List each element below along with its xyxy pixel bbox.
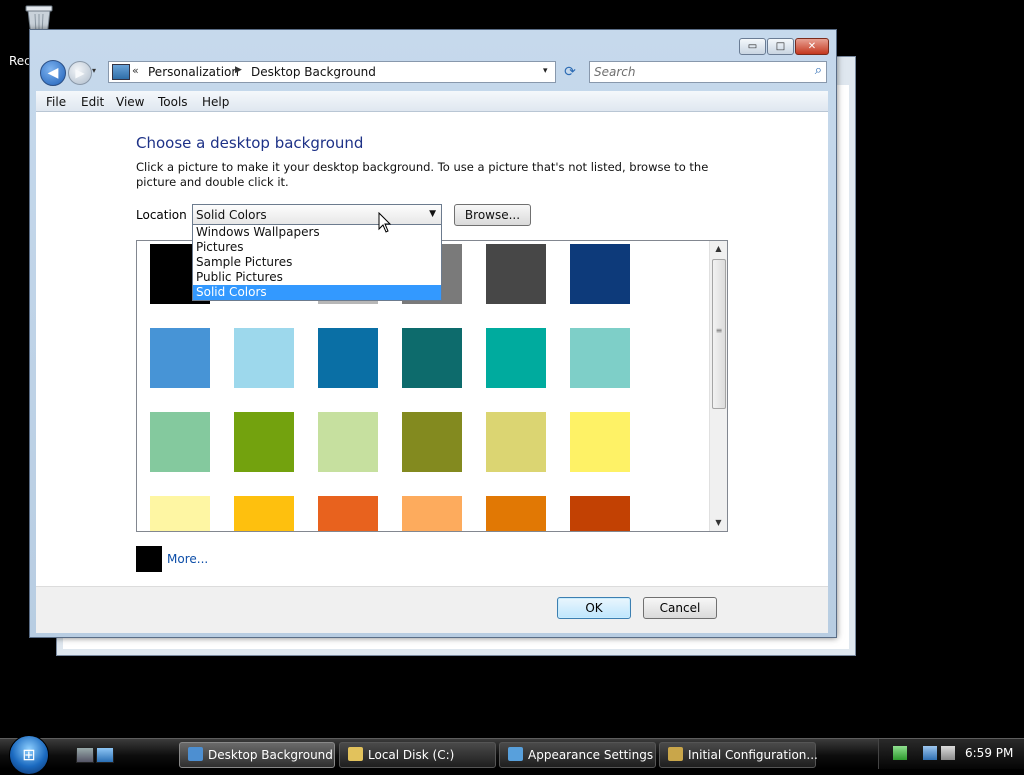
- vertical-scrollbar[interactable]: ▲ ≡ ▼: [709, 241, 727, 531]
- recent-pages-dropdown-icon[interactable]: ▾: [92, 66, 96, 75]
- ok-button[interactable]: OK: [557, 597, 631, 619]
- color-swatch[interactable]: [486, 496, 546, 531]
- security-tray-icon[interactable]: [893, 746, 907, 760]
- color-swatch[interactable]: [402, 496, 462, 531]
- color-swatch[interactable]: [402, 328, 462, 388]
- search-box[interactable]: ⌕: [589, 61, 827, 83]
- appearance-task-icon: [508, 747, 523, 761]
- recycle-bin-label: Rec: [9, 54, 31, 68]
- volume-muted-tray-icon[interactable]: [941, 746, 955, 760]
- location-label: Location: [136, 208, 187, 222]
- switch-windows-icon[interactable]: [76, 747, 94, 763]
- more-colors-link[interactable]: More...: [167, 552, 208, 566]
- menu-view[interactable]: View: [116, 95, 144, 109]
- address-dropdown-icon[interactable]: ▾: [543, 66, 548, 76]
- refresh-icon[interactable]: ⟳: [560, 62, 580, 82]
- dialog-footer: OK Cancel: [36, 586, 828, 633]
- minimize-icon: ▭: [747, 41, 758, 52]
- color-swatch[interactable]: [318, 412, 378, 472]
- search-input[interactable]: [594, 64, 799, 79]
- color-swatch[interactable]: [486, 244, 546, 304]
- task-label: Local Disk (C:): [368, 748, 455, 762]
- task-label: Desktop Background: [208, 748, 333, 762]
- location-options-list: Windows Wallpapers Pictures Sample Pictu…: [192, 224, 442, 301]
- configuration-task-icon: [668, 747, 683, 761]
- show-desktop-icon[interactable]: [96, 747, 114, 763]
- minimize-button[interactable]: ▭: [739, 38, 766, 55]
- color-swatch[interactable]: [570, 496, 630, 531]
- color-swatch[interactable]: [570, 412, 630, 472]
- color-swatch[interactable]: [570, 328, 630, 388]
- breadcrumb-desktop-background[interactable]: Desktop Background: [251, 65, 376, 79]
- clock[interactable]: 6:59 PM: [965, 746, 1013, 760]
- breadcrumb-overflow-icon[interactable]: «: [132, 64, 139, 77]
- menu-tools[interactable]: Tools: [158, 95, 188, 109]
- control-panel-icon: [112, 64, 130, 80]
- scroll-down-icon[interactable]: ▼: [710, 515, 727, 531]
- menu-help[interactable]: Help: [202, 95, 229, 109]
- color-swatch[interactable]: [150, 328, 210, 388]
- color-swatch[interactable]: [486, 412, 546, 472]
- task-initial-configuration[interactable]: Initial Configuration...: [659, 742, 818, 768]
- address-bar[interactable]: « Personalization ▶ Desktop Background ▾: [108, 61, 556, 83]
- back-arrow-icon: ◀: [47, 65, 59, 81]
- menu-file[interactable]: File: [46, 95, 66, 109]
- scroll-up-icon[interactable]: ▲: [710, 241, 727, 257]
- location-selected-value: Solid Colors: [196, 208, 267, 222]
- page-title: Choose a desktop background: [136, 134, 364, 152]
- task-label: Initial Configuration...: [688, 748, 818, 762]
- menu-edit[interactable]: Edit: [81, 95, 104, 109]
- back-button[interactable]: ◀: [40, 60, 66, 86]
- close-icon: ✕: [807, 41, 817, 52]
- color-swatch[interactable]: [570, 244, 630, 304]
- color-swatch[interactable]: [150, 412, 210, 472]
- taskbar: ⊞ Desktop Background Local Disk (C:) App…: [0, 735, 1024, 775]
- color-swatch[interactable]: [234, 328, 294, 388]
- desktop-background-window: ▭ □ ✕ ◀ ▶ ▾ « Personalization ▶ Desktop …: [29, 29, 837, 638]
- forward-button[interactable]: ▶: [68, 61, 92, 85]
- network-tray-icon[interactable]: [923, 746, 937, 760]
- color-swatch[interactable]: [486, 328, 546, 388]
- search-icon[interactable]: ⌕: [815, 63, 822, 78]
- current-color-swatch[interactable]: [136, 546, 162, 572]
- desktop-background-task-icon: [188, 747, 203, 761]
- close-button[interactable]: ✕: [795, 38, 829, 55]
- breadcrumb-personalization[interactable]: Personalization: [148, 65, 239, 79]
- scroll-thumb[interactable]: ≡: [712, 259, 726, 409]
- option-pictures[interactable]: Pictures: [193, 240, 441, 255]
- windows-logo-icon: ⊞: [22, 745, 36, 764]
- page-description: Click a picture to make it your desktop …: [136, 160, 709, 189]
- notification-area: 6:59 PM: [878, 739, 1024, 769]
- breadcrumb-separator-icon[interactable]: ▶: [235, 65, 242, 75]
- maximize-button[interactable]: □: [767, 38, 794, 55]
- location-dropdown[interactable]: Solid Colors ▼: [192, 204, 442, 226]
- mouse-cursor-icon: [378, 212, 392, 233]
- content-pane: Choose a desktop background Click a pict…: [36, 112, 828, 586]
- option-public-pictures[interactable]: Public Pictures: [193, 270, 441, 285]
- menu-bar: File Edit View Tools Help: [36, 91, 828, 112]
- task-label: Appearance Settings: [528, 748, 654, 762]
- cancel-button[interactable]: Cancel: [643, 597, 717, 619]
- browse-button[interactable]: Browse...: [454, 204, 531, 226]
- task-local-disk[interactable]: Local Disk (C:): [339, 742, 496, 768]
- maximize-icon: □: [775, 41, 786, 52]
- color-swatch[interactable]: [150, 496, 210, 531]
- scroll-grip-icon: ≡: [715, 326, 723, 335]
- task-desktop-background[interactable]: Desktop Background: [179, 742, 335, 768]
- task-appearance-settings[interactable]: Appearance Settings: [499, 742, 656, 768]
- color-swatch[interactable]: [234, 496, 294, 531]
- option-windows-wallpapers[interactable]: Windows Wallpapers: [193, 225, 441, 240]
- color-swatch[interactable]: [234, 412, 294, 472]
- color-swatch[interactable]: [402, 412, 462, 472]
- folder-task-icon: [348, 747, 363, 761]
- start-button[interactable]: ⊞: [9, 735, 49, 775]
- dropdown-arrow-icon[interactable]: ▼: [429, 209, 436, 219]
- color-swatch[interactable]: [318, 496, 378, 531]
- color-swatch[interactable]: [318, 328, 378, 388]
- option-sample-pictures[interactable]: Sample Pictures: [193, 255, 441, 270]
- option-solid-colors[interactable]: Solid Colors: [193, 285, 441, 300]
- forward-arrow-icon: ▶: [75, 66, 85, 80]
